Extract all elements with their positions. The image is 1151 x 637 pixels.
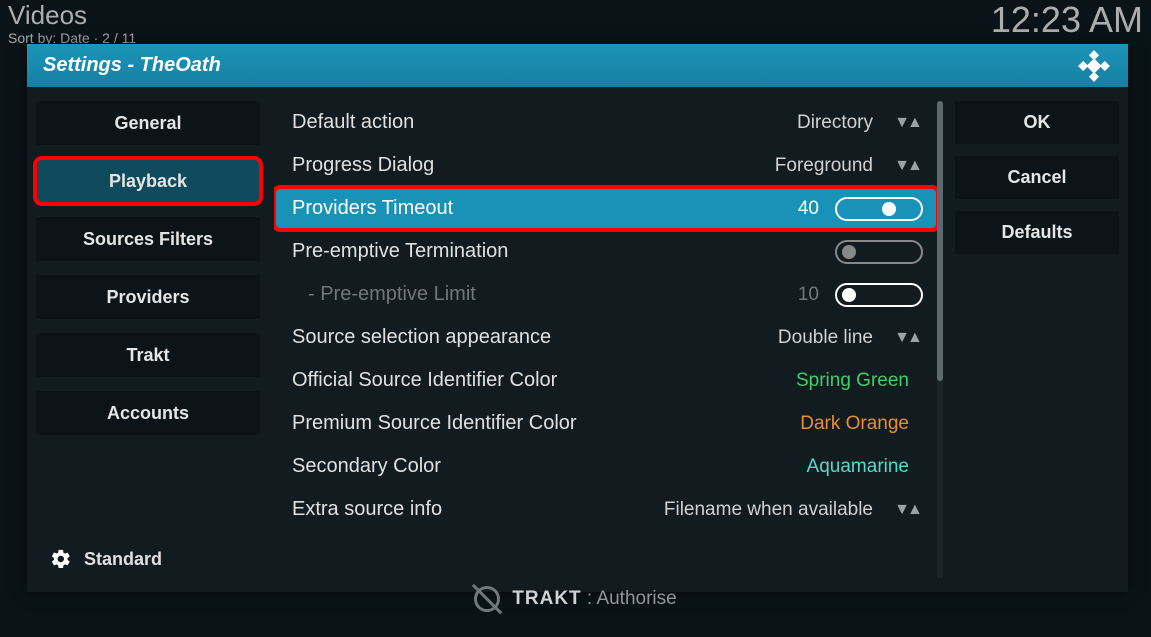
setting-row-official-color[interactable]: Official Source Identifier Color Spring … <box>274 359 943 402</box>
setting-label: Default action <box>292 111 797 134</box>
sidebar-item-label: Playback <box>109 171 187 192</box>
settings-list: Default action Directory ▼▲ Progress Dia… <box>274 101 943 578</box>
setting-label: - Pre-emptive Limit <box>292 283 798 306</box>
dialog-buttons: OK Cancel Defaults <box>955 101 1119 578</box>
dialog-header: Settings - TheOath <box>27 44 1128 87</box>
dialog-title: Settings - TheOath <box>43 54 221 77</box>
slider-control <box>835 283 923 307</box>
sidebar-item-playback[interactable]: Playback <box>36 159 260 203</box>
setting-value: 40 <box>798 198 819 220</box>
kodi-logo-icon <box>1076 48 1112 84</box>
sidebar-item-general[interactable]: General <box>36 101 260 145</box>
sidebar-item-providers[interactable]: Providers <box>36 275 260 319</box>
toggle-control[interactable] <box>835 240 923 264</box>
settings-level-label: Standard <box>84 549 162 570</box>
setting-row-premium-color[interactable]: Premium Source Identifier Color Dark Ora… <box>274 402 943 445</box>
setting-label: Providers Timeout <box>292 197 798 220</box>
setting-value: 10 <box>798 284 819 306</box>
setting-label: Secondary Color <box>292 455 807 478</box>
setting-row-preemptive-termination[interactable]: Pre-emptive Termination <box>274 230 943 273</box>
sidebar-item-accounts[interactable]: Accounts <box>36 391 260 435</box>
setting-value: Foreground <box>775 155 873 177</box>
setting-row-secondary-color[interactable]: Secondary Color Aquamarine <box>274 445 943 488</box>
scrollbar-thumb[interactable] <box>937 101 943 381</box>
spinner-arrows-icon: ▼▲ <box>889 501 925 519</box>
sidebar-item-label: Trakt <box>126 345 169 366</box>
button-label: Cancel <box>1007 167 1066 188</box>
setting-row-source-selection-appearance[interactable]: Source selection appearance Double line … <box>274 316 943 359</box>
defaults-button[interactable]: Defaults <box>955 211 1119 254</box>
spinner-arrows-icon: ▼▲ <box>889 114 925 132</box>
setting-row-extra-source-info[interactable]: Extra source info Filename when availabl… <box>274 488 943 531</box>
screen-title: Videos <box>8 2 136 28</box>
slider-control[interactable] <box>835 197 923 221</box>
sidebar-item-label: General <box>114 113 181 134</box>
setting-row-preemptive-limit: - Pre-emptive Limit 10 <box>274 273 943 316</box>
setting-label: Premium Source Identifier Color <box>292 412 800 435</box>
setting-value: Dark Orange <box>800 413 909 435</box>
setting-row-default-action[interactable]: Default action Directory ▼▲ <box>274 101 943 144</box>
gear-icon <box>50 548 72 570</box>
sidebar-item-label: Sources Filters <box>83 229 213 250</box>
cancel-button[interactable]: Cancel <box>955 156 1119 199</box>
spinner-arrows-icon: ▼▲ <box>889 157 925 175</box>
button-label: Defaults <box>1001 222 1072 243</box>
sidebar: General Playback Sources Filters Provide… <box>36 101 260 578</box>
setting-row-providers-timeout[interactable]: Providers Timeout 40 <box>274 187 943 230</box>
button-label: OK <box>1024 112 1051 133</box>
setting-value: Aquamarine <box>807 456 909 478</box>
trakt-icon <box>474 586 500 612</box>
sidebar-item-sources-filters[interactable]: Sources Filters <box>36 217 260 261</box>
sidebar-item-label: Accounts <box>107 403 189 424</box>
sidebar-item-label: Providers <box>106 287 189 308</box>
clock: 12:23 AM <box>991 2 1143 38</box>
footer-trakt[interactable]: TRAKT : Authorise <box>0 586 1151 612</box>
setting-label: Extra source info <box>292 498 664 521</box>
setting-row-progress-dialog[interactable]: Progress Dialog Foreground ▼▲ <box>274 144 943 187</box>
setting-value: Spring Green <box>796 370 909 392</box>
settings-level-button[interactable]: Standard <box>36 540 260 578</box>
setting-value: Directory <box>797 112 873 134</box>
setting-value: Double line <box>778 327 873 349</box>
spinner-arrows-icon: ▼▲ <box>889 329 925 347</box>
ok-button[interactable]: OK <box>955 101 1119 144</box>
setting-value: Filename when available <box>664 499 873 521</box>
footer-trakt-text: TRAKT : Authorise <box>512 588 676 610</box>
top-bar: Videos Sort by: Date · 2 / 11 12:23 AM <box>8 2 1143 46</box>
setting-label: Pre-emptive Termination <box>292 240 835 263</box>
setting-label: Progress Dialog <box>292 154 775 177</box>
sidebar-item-trakt[interactable]: Trakt <box>36 333 260 377</box>
scrollbar[interactable] <box>937 101 943 578</box>
settings-dialog: Settings - TheOath General Playback Sour… <box>27 44 1128 592</box>
setting-label: Official Source Identifier Color <box>292 369 796 392</box>
setting-label: Source selection appearance <box>292 326 778 349</box>
